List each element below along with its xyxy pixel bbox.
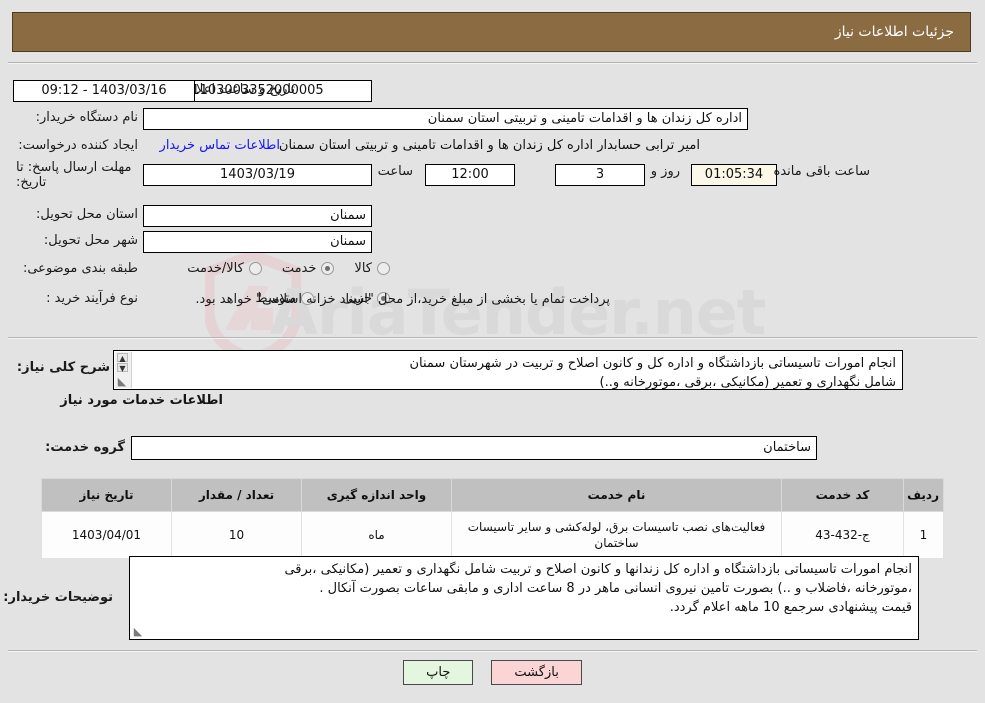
- city-label-row: شهر محل تحویل:: [38, 233, 138, 248]
- remaining-label: ساعت باقی مانده: [773, 164, 870, 179]
- deadline-time-row: 12:00: [425, 164, 515, 186]
- buyer-org-label-row: نام دستگاه خریدار:: [30, 110, 138, 125]
- radio-category-1[interactable]: [321, 262, 335, 275]
- window-title-bar: جزئیات اطلاعات نیاز: [12, 12, 971, 52]
- deadline-time-value: 12:00: [425, 164, 515, 186]
- deadline-days-row: 3: [555, 164, 645, 186]
- table-header-row: ردیف کد خدمت نام خدمت واحد اندازه گیری ت…: [41, 478, 944, 512]
- th-index: ردیف: [903, 478, 944, 512]
- city-field-row: سمنان: [143, 231, 372, 253]
- province-field-row: سمنان: [143, 205, 372, 227]
- buyer-notes-line-2: قیمت پیشنهادی سرجمع 10 ماهه اعلام گردد.: [669, 600, 912, 615]
- buyer-notes-textarea[interactable]: انجام امورات تاسیساتی بازداشتگاه و اداره…: [129, 556, 919, 640]
- treasury-note-row: پرداخت تمام یا بخشی از مبلغ خرید،از محل …: [190, 292, 615, 307]
- announce-value: 1403/03/16 - 09:12: [13, 80, 195, 102]
- buyer-notes-line-1: ،موتورخانه ،فاضلاب و ..) بصورت تامین نیر…: [319, 581, 912, 596]
- treasury-note: پرداخت تمام یا بخشی از مبلغ خرید،از محل …: [195, 292, 610, 307]
- deadline-date-row: 1403/03/19: [143, 164, 372, 186]
- buyer-org-label: نام دستگاه خریدار:: [35, 110, 138, 125]
- th-name: نام خدمت: [451, 478, 782, 512]
- resize-grip-icon-notes[interactable]: ◣: [132, 626, 144, 638]
- cell-quantity: 10: [171, 511, 302, 559]
- province-label-row: استان محل تحویل:: [30, 207, 138, 222]
- panel-mid-divider: [8, 337, 977, 339]
- page-root: AriaTender.net جزئیات اطلاعات نیاز شماره…: [0, 0, 985, 703]
- creator-label: ایجاد کننده درخواست:: [18, 138, 138, 153]
- deadline-label-row: مهلت ارسال پاسخ: تا تاریخ:: [10, 160, 138, 190]
- deadline-hour-label-row: ساعت: [373, 164, 418, 179]
- cell-unit: ماه: [301, 511, 452, 559]
- summary-textarea[interactable]: ▲ ▼ انجام امورات تاسیساتی بازداشتگاه و ا…: [113, 350, 903, 390]
- summary-line-1: شامل نگهداری و تعمیر (مکانیکی ،برقی ،موت…: [599, 375, 897, 390]
- services-section-heading: اطلاعات خدمات مورد نیاز: [60, 393, 223, 408]
- buyer-org-field-row: اداره کل زندان ها و اقدامات تامینی و ترب…: [143, 108, 748, 130]
- radio-category-0-label: کالا: [354, 261, 372, 276]
- deadline-days-value: 3: [555, 164, 645, 186]
- category-radio-group: کالا خدمت کالا/خدمت: [185, 261, 395, 276]
- summary-line-0: انجام امورات تاسیساتی بازداشتگاه و اداره…: [409, 356, 896, 371]
- countdown-value: 01:05:34: [691, 164, 777, 186]
- contact-link-row[interactable]: اطلاعات تماس خریدار: [160, 138, 280, 153]
- service-group-label-row: گروه خدمت:: [39, 440, 125, 455]
- cell-code: ج-432-43: [781, 511, 904, 559]
- services-table: ردیف کد خدمت نام خدمت واحد اندازه گیری ت…: [41, 478, 944, 559]
- remaining-label-row: ساعت باقی مانده: [769, 164, 875, 179]
- th-need-date: تاریخ نیاز: [41, 478, 172, 512]
- scroll-up-icon[interactable]: ▲: [117, 353, 128, 363]
- radio-category-0[interactable]: [377, 262, 390, 275]
- buyer-notes-label-row: توضیحات خریدار:: [0, 590, 113, 605]
- print-button[interactable]: چاپ: [403, 660, 474, 685]
- panel-top-divider: [8, 62, 977, 64]
- summary-label: شرح کلی نیاز:: [16, 360, 110, 375]
- service-group-field-row: ساختمان: [131, 436, 817, 460]
- radio-category-1-label: خدمت: [281, 261, 317, 276]
- service-group-label: گروه خدمت:: [45, 440, 125, 455]
- category-label: طبقه بندی موضوعی:: [22, 261, 138, 276]
- page-title: جزئیات اطلاعات نیاز: [834, 24, 954, 40]
- announce-field-row: 1403/03/16 - 09:12: [13, 80, 195, 102]
- city-value: سمنان: [143, 231, 372, 253]
- radio-category-2[interactable]: [248, 262, 262, 275]
- back-button[interactable]: بازگشت: [491, 660, 582, 685]
- service-group-value: ساختمان: [131, 436, 817, 460]
- cell-need-date: 1403/04/01: [41, 511, 172, 559]
- countdown-row: 01:05:34: [691, 164, 777, 186]
- process-label-row: نوع فرآیند خرید :: [40, 291, 138, 306]
- deadline-hour-label: ساعت: [377, 164, 413, 179]
- deadline-days-label: روز و: [650, 164, 680, 179]
- cell-name: فعالیت‌های نصب تاسیسات برق، لوله‌کشی و س…: [451, 511, 782, 559]
- th-quantity: تعداد / مقدار: [171, 478, 302, 512]
- th-code: کد خدمت: [781, 478, 904, 512]
- buyer-contact-link[interactable]: اطلاعات تماس خریدار: [160, 138, 280, 153]
- city-label: شهر محل تحویل:: [43, 233, 138, 248]
- province-value: سمنان: [143, 205, 372, 227]
- deadline-date-value: 1403/03/19: [143, 164, 372, 186]
- th-unit: واحد اندازه گیری: [301, 478, 452, 512]
- table-row: 1 ج-432-43 فعالیت‌های نصب تاسیسات برق، ل…: [41, 511, 944, 559]
- buyer-notes-label: توضیحات خریدار:: [3, 590, 113, 605]
- resize-grip-icon[interactable]: ◣: [116, 376, 128, 388]
- deadline-label: مهلت ارسال پاسخ: تا تاریخ:: [16, 160, 132, 190]
- panel-bottom-divider: [8, 650, 977, 652]
- button-bar: بازگشت چاپ: [0, 660, 985, 685]
- radio-category-2-label: کالا/خدمت: [187, 261, 244, 276]
- province-label: استان محل تحویل:: [36, 207, 138, 222]
- buyer-notes-line-0: انجام امورات تاسیساتی بازداشتگاه و اداره…: [284, 562, 912, 577]
- creator-label-row: ایجاد کننده درخواست:: [12, 138, 138, 153]
- category-label-row: طبقه بندی موضوعی:: [17, 261, 138, 276]
- summary-label-row: شرح کلی نیاز:: [11, 360, 110, 375]
- deadline-days-label-row: روز و: [646, 164, 685, 179]
- process-label: نوع فرآیند خرید :: [46, 291, 138, 306]
- scroll-down-icon[interactable]: ▼: [117, 363, 128, 373]
- buyer-org-value: اداره کل زندان ها و اقدامات تامینی و ترب…: [143, 108, 748, 130]
- cell-index: 1: [903, 511, 944, 559]
